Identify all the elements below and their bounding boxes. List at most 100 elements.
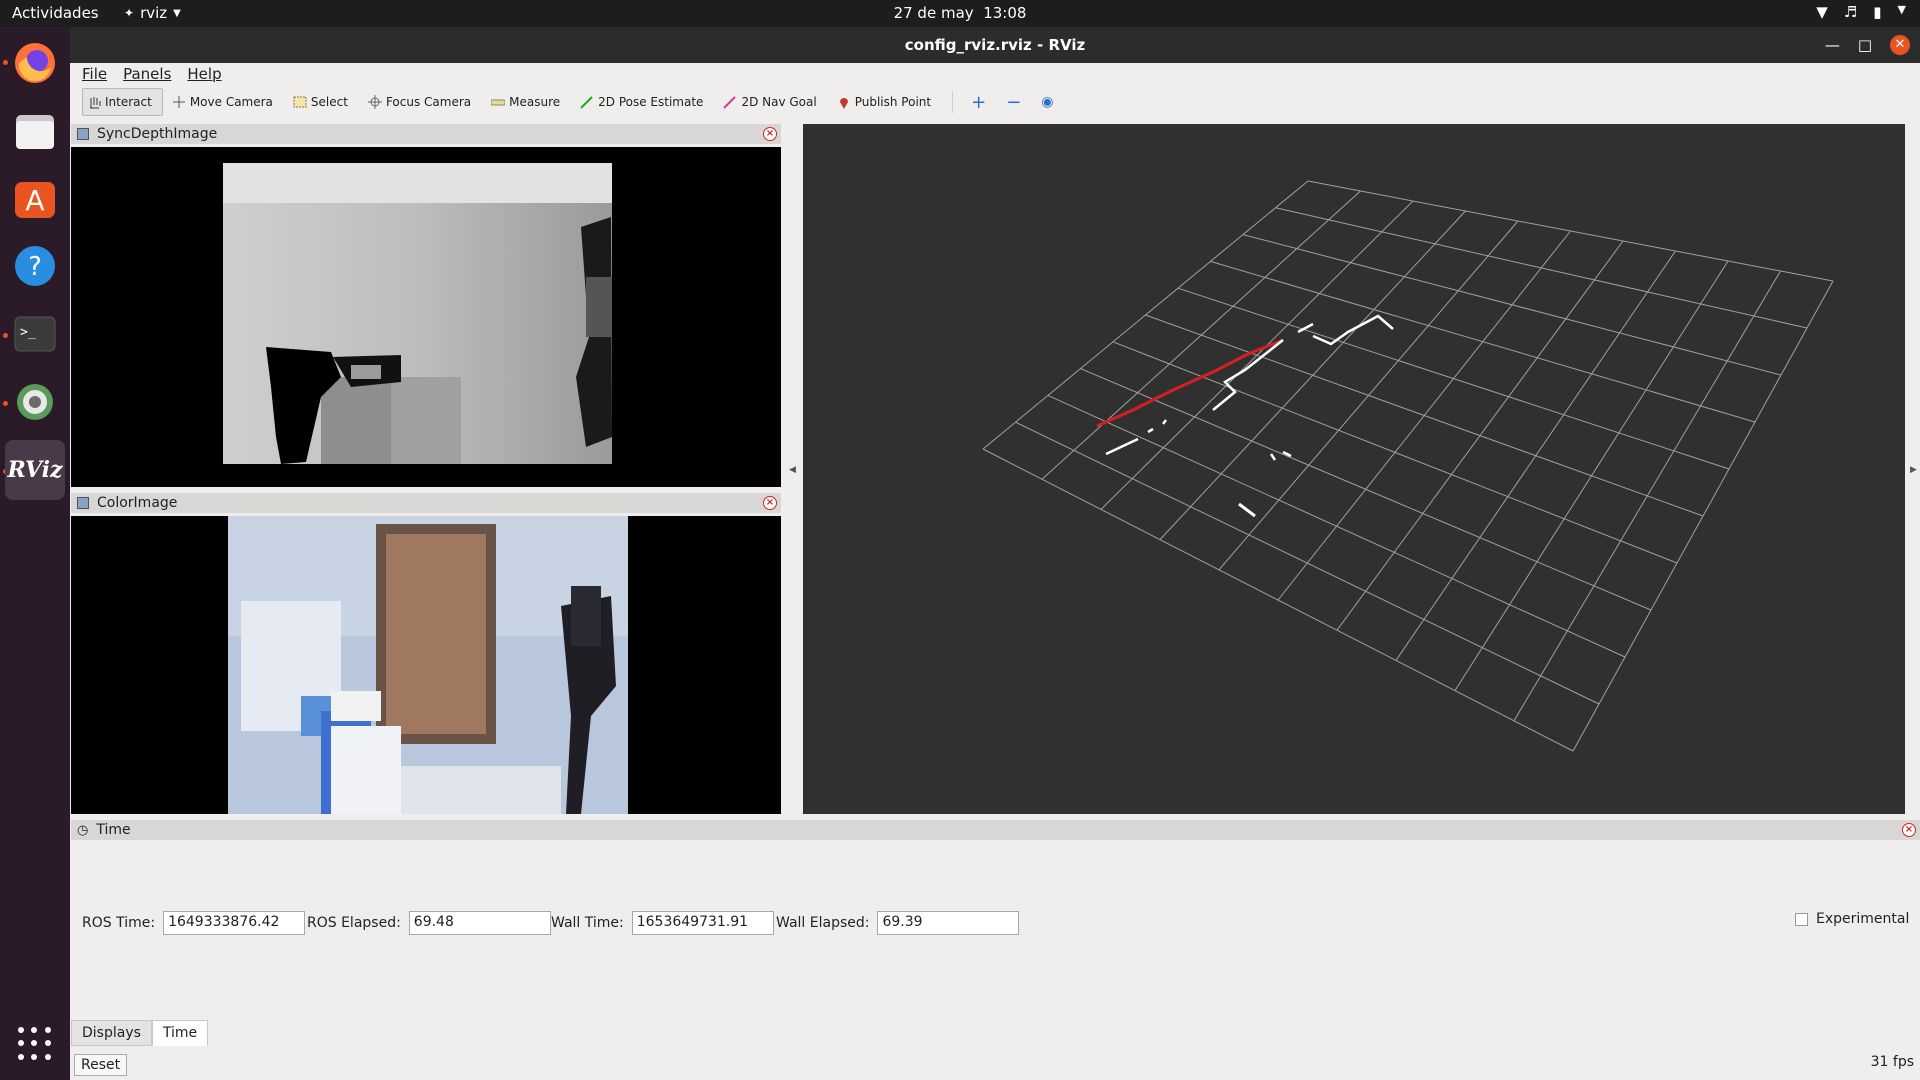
- pose-estimate-label: 2D Pose Estimate: [598, 95, 704, 109]
- depth-panel-title: SyncDepthImage: [97, 126, 218, 142]
- color-panel-title: ColorImage: [97, 495, 178, 511]
- battery-icon: ▮: [1873, 3, 1882, 21]
- window-title: config_rviz.rviz - RViz: [904, 36, 1086, 54]
- grid-line: [1336, 240, 1624, 631]
- collapse-right-icon[interactable]: ▶: [1910, 465, 1917, 475]
- firefox-icon: [15, 43, 55, 83]
- maximize-icon[interactable]: □: [1858, 27, 1872, 63]
- toolbar-separator: [952, 91, 954, 113]
- ros-time-value[interactable]: 1649333876.42: [163, 911, 306, 935]
- depth-panel-header[interactable]: SyncDepthImage ×: [71, 124, 781, 144]
- focus-camera-label: Focus Camera: [385, 95, 472, 109]
- menu-file[interactable]: File: [82, 65, 107, 83]
- close-panel-button[interactable]: ×: [763, 127, 777, 141]
- ros-elapsed-field: ROS Elapsed: 69.48: [307, 911, 551, 935]
- laser-scan-white: [1238, 502, 1256, 518]
- wall-time-value[interactable]: 1653649731.91: [631, 911, 774, 935]
- ruler-icon: [491, 99, 506, 106]
- focus-camera-tool-button[interactable]: Focus Camera: [363, 88, 482, 116]
- wall-elapsed-field: Wall Elapsed: 69.39: [776, 911, 1020, 935]
- select-rect-icon: [293, 96, 307, 108]
- dock-app-store[interactable]: A: [5, 168, 65, 228]
- publish-point-tool-button[interactable]: Publish Point: [832, 88, 942, 116]
- fps-readout: 31 fps: [1870, 1054, 1914, 1070]
- publish-point-label: Publish Point: [854, 95, 932, 109]
- pink-arrow-icon: [723, 96, 737, 109]
- image-icon: [77, 128, 89, 140]
- dock-settings[interactable]: [5, 372, 65, 432]
- grid-line: [1080, 368, 1652, 611]
- rviz-icon: RViz: [7, 457, 63, 483]
- grid-line: [1395, 250, 1676, 661]
- reset-button[interactable]: Reset: [74, 1054, 128, 1076]
- nav-goal-label: 2D Nav Goal: [741, 95, 817, 109]
- dock-help[interactable]: ?: [5, 236, 65, 296]
- wall-time-field: Wall Time: 1653649731.91: [551, 911, 774, 935]
- dock-files[interactable]: [5, 101, 65, 161]
- select-tool-button[interactable]: Select: [288, 88, 359, 116]
- menu-panels[interactable]: Panels: [123, 65, 171, 83]
- wall-time-label: Wall Time:: [551, 915, 624, 931]
- interact-tool-button[interactable]: Interact: [82, 88, 163, 116]
- dock-rviz[interactable]: RViz: [5, 440, 65, 500]
- close-panel-button[interactable]: ×: [1902, 823, 1916, 837]
- dock-terminal[interactable]: >_: [5, 304, 65, 364]
- wifi-icon: ▼: [1816, 3, 1828, 21]
- tab-displays[interactable]: Displays: [71, 1020, 152, 1046]
- time-panel-header[interactable]: ◷ Time ×: [71, 820, 1920, 840]
- terminal-icon: >_: [14, 316, 56, 352]
- measure-tool-button[interactable]: Measure: [486, 88, 571, 116]
- app-store-icon: A: [15, 182, 55, 218]
- experimental-label: Experimental: [1816, 911, 1910, 927]
- ros-elapsed-label: ROS Elapsed:: [307, 915, 401, 931]
- tab-time[interactable]: Time: [151, 1020, 209, 1046]
- clock[interactable]: 27 de may 13:08: [894, 4, 1027, 22]
- wall-elapsed-label: Wall Elapsed:: [776, 915, 870, 931]
- eye-icon[interactable]: ◉: [1033, 94, 1061, 110]
- grid-line: [982, 448, 1574, 752]
- image-icon: [77, 497, 89, 509]
- close-window-button[interactable]: ✕: [1890, 35, 1910, 55]
- app-menu-label: rviz: [140, 4, 168, 22]
- settings-icon: [17, 384, 53, 420]
- select-label: Select: [310, 95, 348, 109]
- move-camera-tool-button[interactable]: Move Camera: [167, 88, 284, 116]
- wall-elapsed-value[interactable]: 69.39: [877, 911, 1020, 935]
- 3d-viewport[interactable]: [803, 124, 1905, 814]
- move-camera-label: Move Camera: [189, 95, 273, 109]
- remove-tool-icon[interactable]: −: [998, 92, 1029, 113]
- help-icon: ?: [15, 246, 55, 286]
- ros-elapsed-value[interactable]: 69.48: [408, 911, 551, 935]
- ros-time-field: ROS Time: 1649333876.42: [82, 911, 306, 935]
- app-menu[interactable]: ✦ rviz ▼: [124, 4, 181, 22]
- rviz-window: config_rviz.rviz - RViz — □ ✕ File Panel…: [70, 27, 1920, 1080]
- ros-time-label: ROS Time:: [82, 915, 156, 931]
- nav-goal-tool-button[interactable]: 2D Nav Goal: [718, 88, 827, 116]
- clock-date: 27 de may: [893, 4, 974, 22]
- grid-render: [982, 180, 1834, 752]
- show-applications-button[interactable]: [18, 1027, 52, 1061]
- map-pin-icon: [839, 98, 848, 109]
- color-panel-header[interactable]: ColorImage ×: [71, 493, 781, 513]
- experimental-field[interactable]: Experimental: [1795, 911, 1909, 927]
- experimental-checkbox[interactable]: [1795, 912, 1808, 926]
- depth-image: [71, 147, 781, 487]
- tool-bar: Interact Move Camera Select Focus Camera…: [70, 85, 1920, 119]
- window-titlebar[interactable]: config_rviz.rviz - RViz — □ ✕: [70, 27, 1920, 63]
- close-panel-button[interactable]: ×: [763, 496, 777, 510]
- move-icon: [172, 96, 185, 108]
- measure-label: Measure: [509, 95, 561, 109]
- collapse-left-icon[interactable]: ◀: [789, 465, 796, 475]
- files-icon: [16, 115, 54, 149]
- add-tool-icon[interactable]: +: [963, 92, 994, 113]
- clock-time: 13:08: [983, 4, 1027, 22]
- volume-icon: ♬: [1843, 3, 1858, 21]
- dock-firefox[interactable]: [5, 33, 65, 93]
- pose-estimate-tool-button[interactable]: 2D Pose Estimate: [575, 88, 714, 116]
- menu-help[interactable]: Help: [187, 65, 221, 83]
- interact-label: Interact: [105, 95, 152, 109]
- time-panel-title: Time: [96, 822, 131, 838]
- system-tray[interactable]: ▼ ♬ ▮ ▼: [1816, 3, 1906, 21]
- minimize-icon[interactable]: —: [1825, 27, 1840, 63]
- activities-button[interactable]: Actividades: [12, 4, 99, 22]
